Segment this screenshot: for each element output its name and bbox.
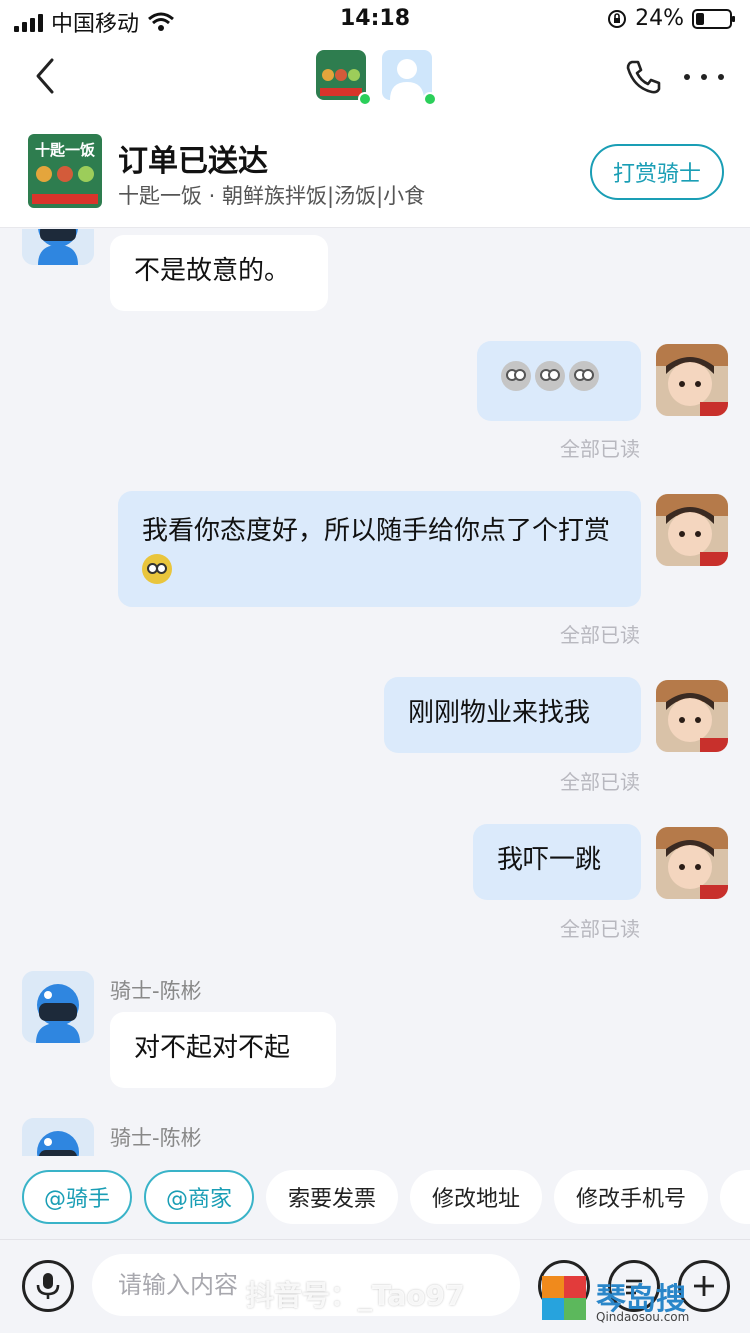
read-status: 全部已读 — [560, 437, 640, 461]
message-bubble: 我看你态度好，所以随手给你点了个打赏 — [118, 491, 641, 607]
orientation-lock-icon — [608, 9, 627, 28]
rider-avatar[interactable] — [22, 1118, 94, 1156]
child-photo-icon — [656, 680, 728, 752]
quick-actions-bar: @骑手 @商家 索要发票 修改地址 修改手机号 — [0, 1156, 750, 1240]
shop-logo-text: 十匙一饭 — [35, 141, 95, 159]
user-avatar[interactable] — [656, 680, 728, 752]
brand-url: Qindaosou.com — [596, 1310, 690, 1324]
read-status: 全部已读 — [560, 623, 640, 647]
child-photo-icon — [656, 344, 728, 416]
sender-name: 骑士-陈彬 — [110, 1126, 202, 1150]
dizzy-emoji-icon — [501, 361, 531, 391]
status-bar: 中国移动 14:18 24% — [0, 0, 750, 40]
tip-rider-button[interactable]: 打赏骑士 — [590, 144, 724, 200]
order-header: 十匙一饭 订单已送达 十匙一饭 · 朝鲜族拌饭|汤饭|小食 打赏骑士 — [0, 126, 750, 228]
dizzy-emoji-icon — [569, 361, 599, 391]
sender-name: 骑士-陈彬 — [110, 979, 202, 1003]
battery-icon — [692, 8, 735, 29]
rider-helmet-icon — [22, 229, 94, 265]
shop-online-indicator — [358, 92, 372, 106]
message-bubble: 刚刚物业来找我 — [384, 677, 641, 753]
status-right: 24% — [607, 6, 735, 31]
rider-avatar[interactable] — [22, 229, 94, 265]
mention-shop-chip[interactable]: @商家 — [144, 1170, 254, 1224]
brand-mark: 琴岛搜 Qindaosou.com — [540, 1272, 730, 1328]
message-bubble-emoji — [477, 341, 641, 421]
back-icon[interactable] — [28, 56, 68, 96]
user-avatar[interactable] — [656, 827, 728, 899]
message-bubble: 不是故意的。 — [110, 235, 328, 311]
brand-logo-icon — [542, 1276, 586, 1320]
request-invoice-chip[interactable]: 索要发票 — [266, 1170, 398, 1224]
rider-helmet-icon — [22, 1118, 94, 1156]
child-photo-icon — [656, 827, 728, 899]
nav-bar — [0, 40, 750, 126]
message-text: 我看你态度好，所以随手给你点了个打赏 — [142, 516, 611, 546]
screaming-emoji-icon — [142, 554, 172, 584]
voice-button[interactable] — [22, 1260, 74, 1312]
shop-description[interactable]: 十匙一饭 · 朝鲜族拌饭|汤饭|小食 — [118, 180, 425, 210]
read-status: 全部已读 — [560, 917, 640, 941]
user-avatar[interactable] — [656, 494, 728, 566]
shop-avatar[interactable] — [316, 50, 366, 100]
chat-area[interactable]: 不是故意的。 全部已读 我看你态度好，所以随手给你点了个打赏 全部已读 刚刚物业… — [0, 229, 750, 1156]
shop-logo-icon — [316, 50, 366, 100]
read-status: 全部已读 — [560, 770, 640, 794]
microphone-icon — [36, 1273, 60, 1299]
shop-logo-icon: 十匙一饭 — [28, 134, 102, 208]
order-status-title: 订单已送达 — [118, 144, 268, 179]
rider-avatar[interactable] — [22, 971, 94, 1043]
user-online-indicator — [423, 92, 437, 106]
dizzy-emoji-icon — [535, 361, 565, 391]
child-photo-icon — [656, 494, 728, 566]
phone-icon[interactable] — [624, 58, 662, 96]
message-input[interactable] — [92, 1254, 520, 1316]
battery-percent: 24% — [635, 6, 684, 31]
change-address-chip[interactable]: 修改地址 — [410, 1170, 542, 1224]
user-avatar-nav[interactable] — [382, 50, 432, 100]
mention-rider-chip[interactable]: @骑手 — [22, 1170, 132, 1224]
more-icon[interactable] — [684, 62, 724, 92]
more-chip-cut[interactable] — [720, 1170, 750, 1224]
change-phone-chip[interactable]: 修改手机号 — [554, 1170, 708, 1224]
message-bubble: 我吓一跳 — [473, 824, 641, 900]
default-person-icon — [390, 59, 424, 100]
rider-helmet-icon — [22, 971, 94, 1043]
message-bubble: 对不起对不起 — [110, 1012, 336, 1088]
user-avatar[interactable] — [656, 344, 728, 416]
shop-logo[interactable]: 十匙一饭 — [28, 134, 102, 208]
